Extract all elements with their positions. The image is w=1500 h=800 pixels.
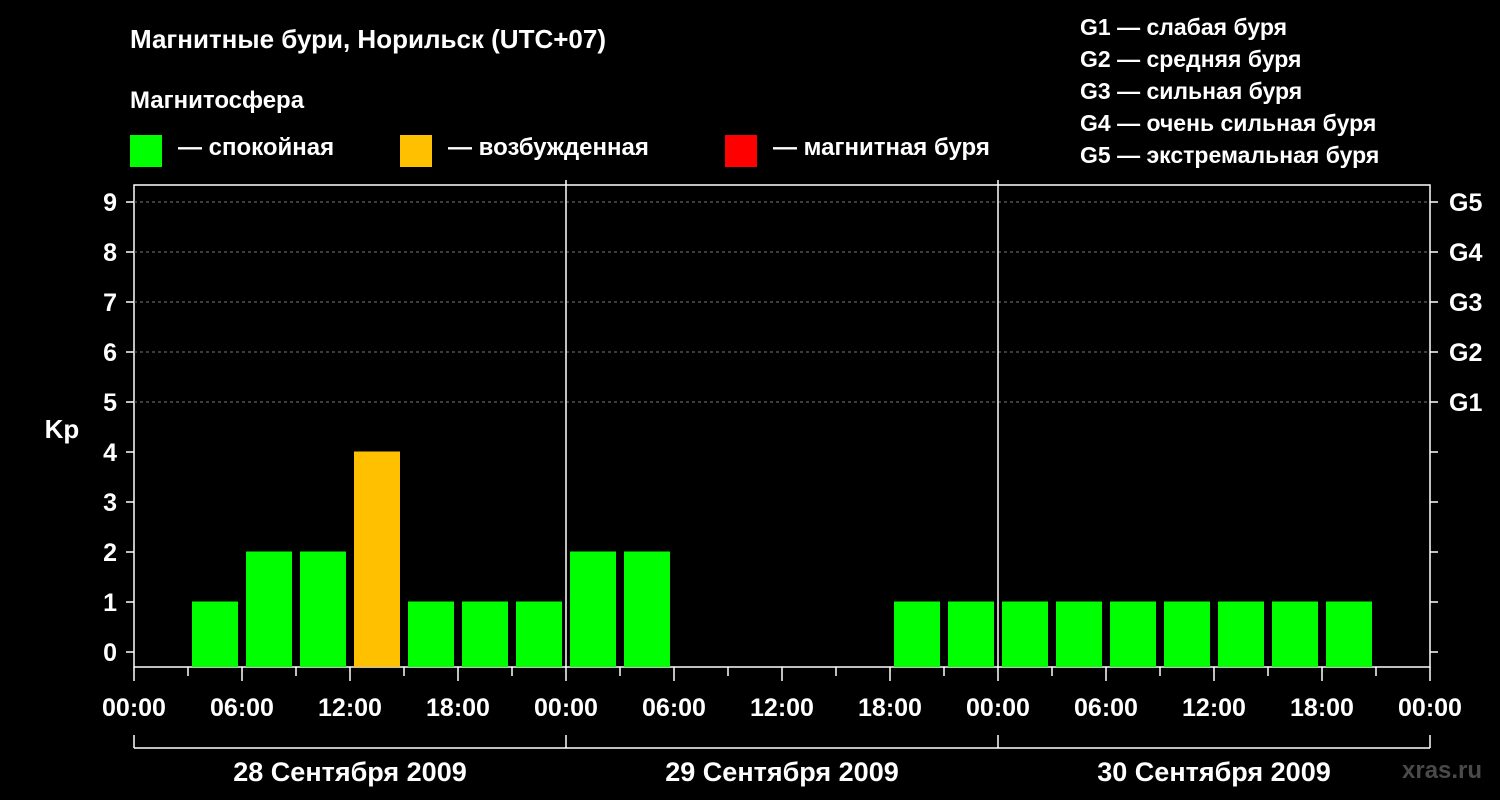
y-tick-label: 1 xyxy=(103,589,117,617)
g-scale-label: G3 xyxy=(1449,289,1482,317)
g-legend-g1: G1 — слабая буря xyxy=(1080,14,1288,40)
x-tick-label: 00:00 xyxy=(1398,694,1462,722)
kp-bar xyxy=(516,601,562,667)
g-legend-g5: G5 — экстремальная буря xyxy=(1080,142,1380,168)
y-tick-label: 0 xyxy=(103,639,117,667)
y-tick-label: 7 xyxy=(103,289,117,317)
kp-bar xyxy=(948,601,994,667)
y-tick-label: 9 xyxy=(103,189,117,217)
day-label: 30 Сентября 2009 xyxy=(1097,757,1330,787)
kp-bar xyxy=(192,601,238,667)
y-tick-label: 8 xyxy=(103,239,117,267)
x-tick-label: 00:00 xyxy=(534,694,598,722)
g-legend-g4: G4 — очень сильная буря xyxy=(1080,110,1377,136)
y-tick-label: 6 xyxy=(103,339,117,367)
kp-bar xyxy=(408,601,454,667)
y-tick-label: 5 xyxy=(103,389,117,417)
kp-bar xyxy=(246,551,292,667)
legend-swatch-quiet xyxy=(130,135,162,167)
kp-bar xyxy=(1110,601,1156,667)
x-tick-label: 18:00 xyxy=(426,694,490,722)
y-tick-label: 4 xyxy=(103,439,117,467)
x-tick-label: 18:00 xyxy=(1290,694,1354,722)
kp-bar xyxy=(624,551,670,667)
x-tick-label: 06:00 xyxy=(210,694,274,722)
g-legend-g3: G3 — сильная буря xyxy=(1080,78,1303,104)
legend-swatch-active xyxy=(400,135,432,167)
legend-label-quiet: — спокойная xyxy=(178,134,335,161)
day-label: 29 Сентября 2009 xyxy=(665,757,898,787)
kp-bar xyxy=(462,601,508,667)
legend-label-storm: — магнитная буря xyxy=(773,134,990,161)
g-scale-label: G1 xyxy=(1449,389,1482,417)
x-tick-label: 12:00 xyxy=(318,694,382,722)
chart-subtitle: Магнитосфера xyxy=(130,87,305,114)
g-scale-label: G2 xyxy=(1449,339,1482,367)
kp-bar xyxy=(1002,601,1048,667)
x-tick-label: 12:00 xyxy=(750,694,814,722)
y-axis-label: Kp xyxy=(45,414,80,444)
y-tick-label: 3 xyxy=(103,489,117,517)
legend-swatch-storm xyxy=(725,135,757,167)
g-legend-g2: G2 — средняя буря xyxy=(1080,46,1302,72)
x-tick-label: 12:00 xyxy=(1182,694,1246,722)
kp-bar xyxy=(300,551,346,667)
x-tick-label: 06:00 xyxy=(1074,694,1138,722)
g-scale-label: G4 xyxy=(1449,239,1482,267)
x-tick-label: 00:00 xyxy=(102,694,166,722)
kp-bar xyxy=(1056,601,1102,667)
kp-bar xyxy=(894,601,940,667)
x-tick-label: 00:00 xyxy=(966,694,1030,722)
kp-bar xyxy=(1326,601,1372,667)
y-tick-label: 2 xyxy=(103,539,117,567)
kp-bar xyxy=(1218,601,1264,667)
day-label: 28 Сентября 2009 xyxy=(233,757,466,787)
x-tick-label: 18:00 xyxy=(858,694,922,722)
kp-bar xyxy=(354,451,400,667)
g-scale-label: G5 xyxy=(1449,189,1482,217)
watermark: xras.ru xyxy=(1402,757,1483,784)
kp-bar xyxy=(1164,601,1210,667)
legend-label-active: — возбужденная xyxy=(448,134,649,161)
x-tick-label: 06:00 xyxy=(642,694,706,722)
kp-bar xyxy=(1272,601,1318,667)
chart-title: Магнитные бури, Норильск (UTC+07) xyxy=(130,24,606,54)
kp-bar xyxy=(570,551,616,667)
